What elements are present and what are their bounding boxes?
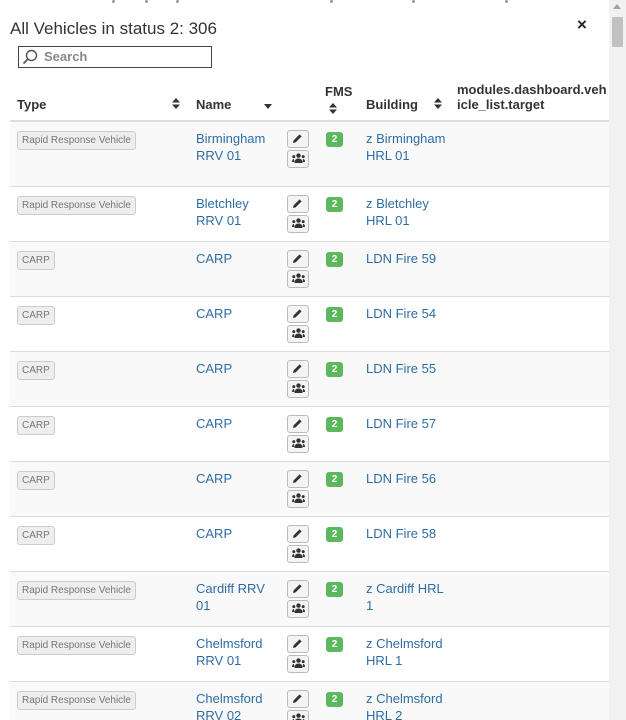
vehicle-name-link[interactable]: CARP [196, 415, 274, 432]
edit-button[interactable] [287, 415, 309, 433]
edit-button[interactable] [287, 195, 309, 213]
table-row: Rapid Response Vehicle Chelmsford RRV 02 2… [10, 682, 609, 720]
crew-button[interactable] [287, 325, 309, 343]
vehicle-type-label: CARP [17, 471, 55, 490]
building-link[interactable]: z Chelmsford HRL 2 [366, 690, 446, 720]
edit-button[interactable] [287, 525, 309, 543]
vehicle-name-link[interactable]: CARP [196, 360, 274, 377]
crew-button[interactable] [287, 380, 309, 398]
building-link[interactable]: LDN Fire 56 [366, 470, 446, 487]
sort-icon[interactable] [434, 98, 442, 112]
edit-button[interactable] [287, 690, 309, 708]
edit-button[interactable] [287, 580, 309, 598]
fms-status-badge: 2 [326, 417, 343, 432]
edit-button[interactable] [287, 635, 309, 653]
crew-button[interactable] [287, 600, 309, 618]
crew-button[interactable] [287, 710, 309, 720]
search-icon [22, 49, 38, 65]
crew-button[interactable] [287, 545, 309, 563]
vehicle-name-link[interactable]: Chelmsford RRV 02 [196, 690, 274, 720]
vehicle-type-label: CARP [17, 361, 55, 380]
sort-desc-icon[interactable] [264, 102, 272, 112]
vehicle-name-link[interactable]: CARP [196, 470, 274, 487]
vehicle-name-link[interactable]: CARP [196, 525, 274, 542]
column-header-target[interactable]: modules.dashboard.vehicle_list.target [457, 82, 609, 114]
fms-status-badge: 2 [326, 527, 343, 542]
close-button[interactable]: × [577, 15, 587, 35]
vehicle-name-link[interactable]: CARP [196, 250, 274, 267]
vehicle-type-label: Rapid Response Vehicle [17, 636, 136, 655]
table-row: CARP CARP 2 LDN Fire 59 [10, 242, 609, 297]
crew-button[interactable] [287, 150, 309, 168]
vehicle-type-label: Rapid Response Vehicle [17, 581, 136, 600]
vehicle-type-label: CARP [17, 526, 55, 545]
vehicle-type-label: Rapid Response Vehicle [17, 691, 136, 710]
table-row: Rapid Response Vehicle Bletchley RRV 01 2 z… [10, 187, 609, 242]
fms-status-badge: 2 [326, 252, 343, 267]
vehicle-type-label: CARP [17, 416, 55, 435]
column-header-building[interactable]: Building [366, 97, 418, 112]
building-link[interactable]: z Chelmsford HRL 1 [366, 635, 446, 669]
vehicle-type-label: CARP [17, 251, 55, 270]
search-input[interactable]: Search [18, 46, 212, 68]
table-row: CARP CARP 2 LDN Fire 57 [10, 407, 609, 462]
crew-button[interactable] [287, 435, 309, 453]
building-link[interactable]: LDN Fire 58 [366, 525, 446, 542]
building-link[interactable]: z Bletchley HRL 01 [366, 195, 446, 229]
building-link[interactable]: LDN Fire 55 [366, 360, 446, 377]
fms-status-badge: 2 [326, 692, 343, 707]
fms-status-badge: 2 [326, 582, 343, 597]
table-row: CARP CARP 2 LDN Fire 55 [10, 352, 609, 407]
edit-button[interactable] [287, 305, 309, 323]
column-header-fms[interactable]: FMS [325, 84, 352, 99]
crew-button[interactable] [287, 215, 309, 233]
vehicle-name-link[interactable]: Birmingham RRV 01 [196, 130, 274, 164]
fms-status-badge: 2 [326, 362, 343, 377]
building-link[interactable]: LDN Fire 57 [366, 415, 446, 432]
scrollbar[interactable] [609, 0, 626, 720]
sort-icon[interactable] [329, 103, 337, 117]
building-link[interactable]: z Birmingham HRL 01 [366, 130, 446, 164]
fms-status-badge: 2 [326, 197, 343, 212]
crew-button[interactable] [287, 270, 309, 288]
table-row: CARP CARP 2 LDN Fire 58 [10, 517, 609, 572]
search-placeholder: Search [44, 49, 88, 64]
edit-button[interactable] [287, 360, 309, 378]
vehicle-name-link[interactable]: CARP [196, 305, 274, 322]
building-link[interactable]: LDN Fire 54 [366, 305, 446, 322]
crew-button[interactable] [287, 655, 309, 673]
edit-button[interactable] [287, 470, 309, 488]
edit-button[interactable] [287, 130, 309, 148]
building-link[interactable]: z Cardiff HRL 1 [366, 580, 446, 614]
fms-status-badge: 2 [326, 472, 343, 487]
crew-button[interactable] [287, 490, 309, 508]
vehicle-type-label: Rapid Response Vehicle [17, 131, 136, 150]
table-row: CARP CARP 2 LDN Fire 54 [10, 297, 609, 352]
table-row: Rapid Response Vehicle Birmingham RRV 01 2… [10, 122, 609, 187]
table-row: CARP CARP 2 LDN Fire 56 [10, 462, 609, 517]
table-row: Rapid Response Vehicle Cardiff RRV 01 2 z C… [10, 572, 609, 627]
vehicle-name-link[interactable]: Chelmsford RRV 01 [196, 635, 274, 669]
vehicle-name-link[interactable]: Bletchley RRV 01 [196, 195, 274, 229]
vehicle-name-link[interactable]: Cardiff RRV 01 [196, 580, 274, 614]
table-row: Rapid Response Vehicle Chelmsford RRV 01 2… [10, 627, 609, 682]
vehicle-type-label: CARP [17, 306, 55, 325]
column-header-type[interactable]: Type [17, 97, 46, 112]
vehicle-list-modal: All Vehicles in status 2: 306 × Search T… [0, 0, 626, 720]
scroll-up-arrow-icon[interactable] [613, 4, 621, 9]
sort-icon[interactable] [172, 98, 180, 112]
scrollbar-thumb[interactable] [612, 17, 623, 47]
fms-status-badge: 2 [326, 132, 343, 147]
modal-title: All Vehicles in status 2: 306 [10, 19, 217, 38]
fms-status-badge: 2 [326, 307, 343, 322]
fms-status-badge: 2 [326, 637, 343, 652]
vehicle-type-label: Rapid Response Vehicle [17, 196, 136, 215]
column-header-name[interactable]: Name [196, 97, 231, 112]
edit-button[interactable] [287, 250, 309, 268]
building-link[interactable]: LDN Fire 59 [366, 250, 446, 267]
